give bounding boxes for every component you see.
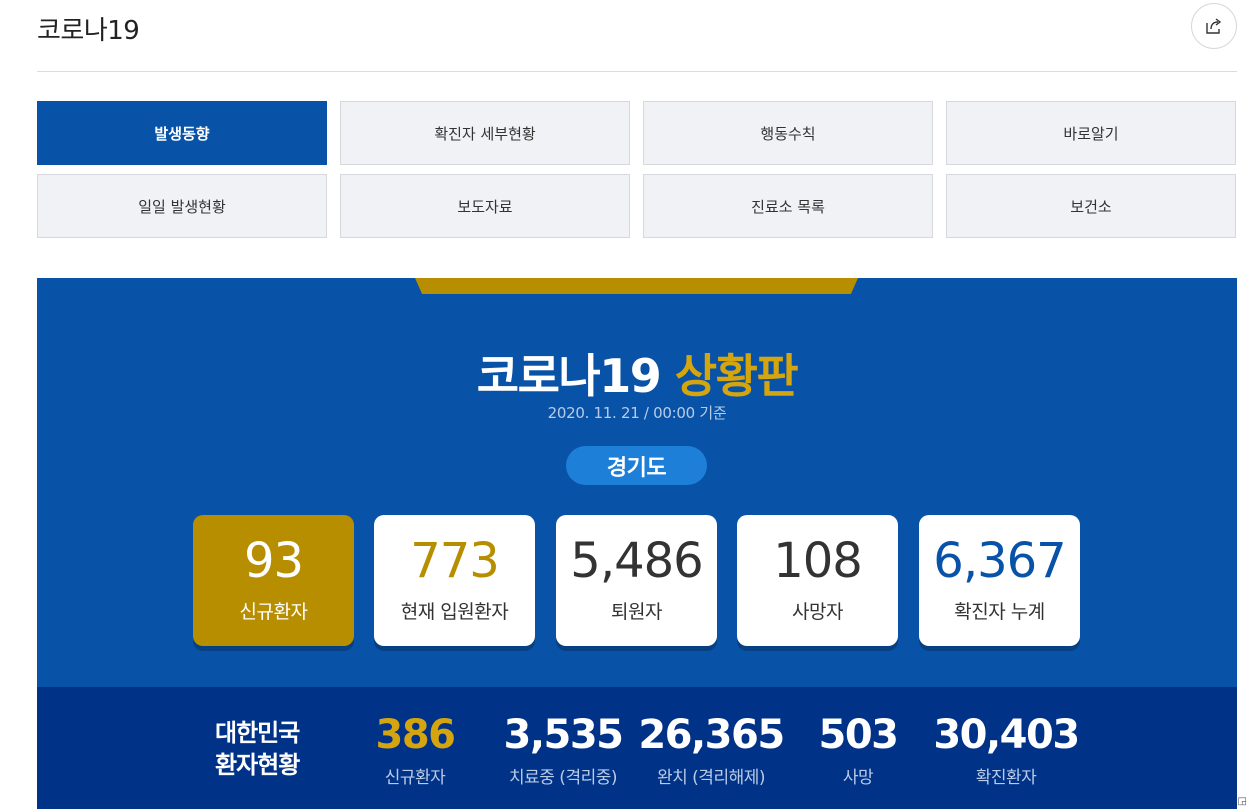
tab-outbreak-trend[interactable]: 발생동향 (37, 101, 327, 165)
card-value: 108 (773, 533, 863, 589)
stat-value: 3,535 (503, 712, 624, 758)
stat-value: 503 (818, 712, 900, 758)
tab-health-centers[interactable]: 보건소 (946, 174, 1236, 238)
national-new-cases: 386 신규환자 (335, 709, 495, 788)
tab-guidelines[interactable]: 행동수칙 (643, 101, 933, 165)
card-label: 사망자 (792, 601, 843, 623)
national-deaths: 503 사망 (778, 709, 938, 788)
resize-handle-icon: ◲ (1237, 796, 1247, 807)
card-deaths: 108 사망자 (737, 515, 898, 646)
stat-value: 386 (375, 712, 457, 758)
tab-facts[interactable]: 바로알기 (946, 101, 1236, 165)
card-value: 93 (243, 533, 304, 589)
card-label: 확진자 누계 (954, 601, 1045, 623)
share-button[interactable] (1191, 3, 1237, 49)
national-status: 대한민국 환자현황 386 신규환자 3,535 치료중 (격리중) 26,36… (37, 687, 1237, 809)
board-title-main: 코로나19 (476, 349, 662, 403)
stat-label: 사망 (842, 768, 874, 788)
card-discharged: 5,486 퇴원자 (556, 515, 717, 646)
tab-case-details[interactable]: 확진자 세부현황 (340, 101, 630, 165)
stat-label: 확진환자 (975, 768, 1037, 788)
card-value: 6,367 (933, 533, 1066, 589)
card-hospitalized: 773 현재 입원환자 (374, 515, 535, 646)
card-total-confirmed: 6,367 확진자 누계 (919, 515, 1080, 646)
stat-label: 완치 (격리해제) (656, 768, 766, 788)
stat-label: 신규환자 (384, 768, 446, 788)
card-value: 773 (410, 533, 500, 589)
header: 코로나19 (37, 0, 1237, 72)
page-title: 코로나19 (37, 16, 140, 46)
page: 코로나19 발생동향 확진자 세부현황 행동수칙 바로알기 일일 발생현황 보도… (0, 0, 1249, 809)
stat-label: 치료중 (격리중) (508, 768, 618, 788)
region-badge[interactable]: 경기도 (566, 446, 707, 485)
card-value: 5,486 (570, 533, 703, 589)
stat-value: 30,403 (933, 712, 1080, 758)
board-title-accent: 상황판 (674, 349, 799, 403)
board-date: 2020. 11. 21 / 00:00 기준 (547, 404, 727, 422)
tab-clinic-list[interactable]: 진료소 목록 (643, 174, 933, 238)
national-title: 대한민국 환자현황 (215, 719, 300, 779)
card-label: 신규환자 (239, 601, 308, 623)
national-recovered: 26,365 완치 (격리해제) (631, 709, 791, 788)
tab-daily-status[interactable]: 일일 발생현황 (37, 174, 327, 238)
board-title: 코로나19 상황판 (37, 340, 1237, 406)
tab-press-releases[interactable]: 보도자료 (340, 174, 630, 238)
national-total-confirmed: 30,403 확진환자 (926, 709, 1086, 788)
status-board: 코로나19 상황판 2020. 11. 21 / 00:00 기준 경기도 93… (37, 278, 1237, 809)
card-new-cases: 93 신규환자 (193, 515, 354, 646)
board-top-accent (415, 278, 858, 294)
card-label: 현재 입원환자 (400, 601, 509, 623)
card-label: 퇴원자 (611, 601, 662, 623)
share-icon (1206, 18, 1222, 34)
national-in-treatment: 3,535 치료중 (격리중) (483, 709, 643, 788)
stat-value: 26,365 (638, 712, 785, 758)
